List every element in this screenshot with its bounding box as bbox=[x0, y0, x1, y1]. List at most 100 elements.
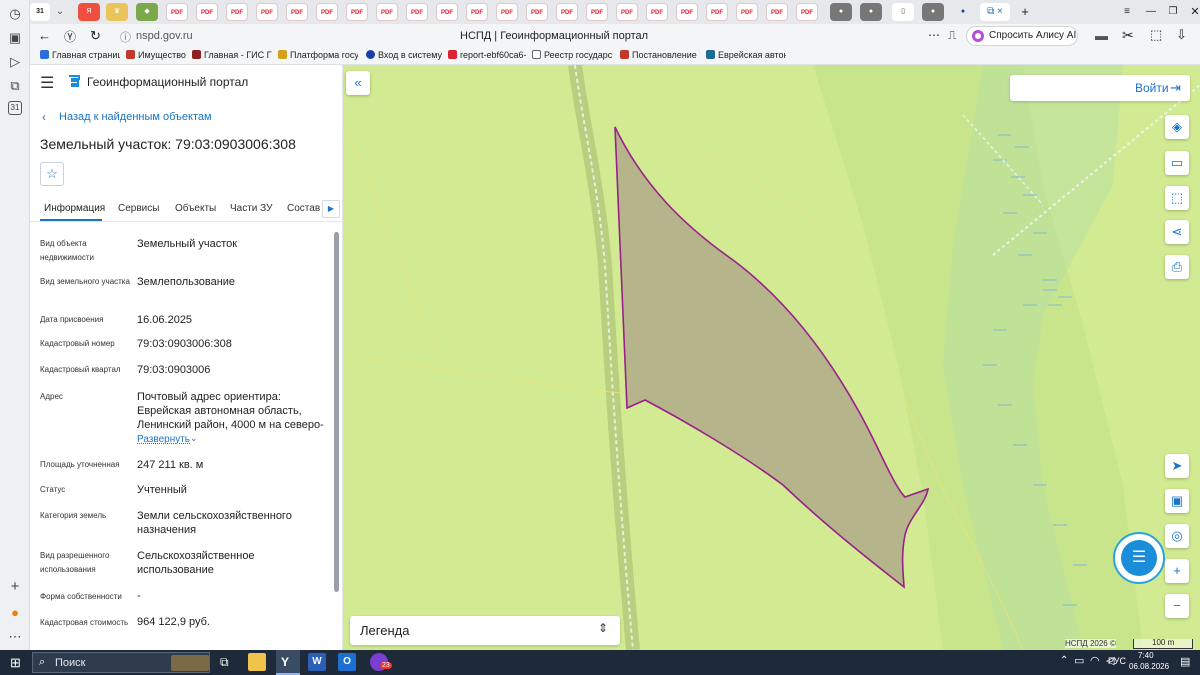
file-explorer-icon[interactable] bbox=[248, 653, 266, 671]
tab-pdf-20[interactable]: PDF bbox=[736, 3, 758, 21]
bookmark-item[interactable]: Главная - ГИС ГМП bbox=[192, 50, 272, 60]
alice-button[interactable]: Спросить Алису AI bbox=[966, 26, 1078, 46]
bookmark-panel-icon[interactable]: ⧉ bbox=[6, 77, 24, 95]
ruler-button[interactable]: ▭ bbox=[1165, 151, 1189, 175]
chat-button[interactable]: ☰ bbox=[1113, 532, 1165, 584]
task-view-icon[interactable]: ⧉ bbox=[220, 655, 229, 670]
tab-pdf-10[interactable]: PDF bbox=[436, 3, 458, 21]
legend-dropdown[interactable]: Легенда ⇕ bbox=[350, 616, 620, 645]
tab-pdf-8[interactable]: PDF bbox=[376, 3, 398, 21]
tab-emblem-icon[interactable]: ♛ bbox=[106, 3, 128, 21]
tab-pdf-15[interactable]: PDF bbox=[586, 3, 608, 21]
tab-pdf-12[interactable]: PDF bbox=[496, 3, 518, 21]
tab-pdf-11[interactable]: PDF bbox=[466, 3, 488, 21]
tab-yandex-icon[interactable]: Я bbox=[78, 3, 100, 21]
word-icon[interactable]: W bbox=[308, 653, 326, 671]
map-view[interactable]: « Войти ⇥ ◈ ▭ ⬚ ⋖ ⎙ ➤ ▣ ◎ + − ☰ Легенда … bbox=[343, 65, 1200, 650]
more-actions-icon[interactable]: ⋯ bbox=[928, 28, 940, 42]
tab-information[interactable]: Информация bbox=[44, 203, 105, 214]
panel-scrollbar[interactable] bbox=[334, 232, 339, 592]
tabs-scroll-right-icon[interactable]: ▶ bbox=[322, 200, 340, 218]
tab-pdf-16[interactable]: PDF bbox=[616, 3, 638, 21]
tab-pdf-9[interactable]: PDF bbox=[406, 3, 428, 21]
basemap-button[interactable]: ▣ bbox=[1165, 489, 1189, 513]
favorite-star-button[interactable]: ☆ bbox=[40, 162, 64, 186]
tab-pdf-1[interactable]: PDF bbox=[166, 3, 188, 21]
bookmark-item[interactable]: Главная страница bbox=[40, 50, 120, 60]
new-tab-icon[interactable]: + bbox=[1014, 3, 1036, 21]
taskbar-search[interactable]: ⌕ Поиск bbox=[32, 652, 210, 673]
map-canvas[interactable] bbox=[343, 65, 1200, 650]
expand-address-link[interactable]: Развернуть bbox=[137, 434, 190, 445]
maximize-icon[interactable]: ❐ bbox=[1162, 3, 1184, 21]
tab-pdf-7[interactable]: PDF bbox=[346, 3, 368, 21]
tab-pdf-6[interactable]: PDF bbox=[316, 3, 338, 21]
print-button[interactable]: ⎙ bbox=[1165, 255, 1189, 279]
hamburger-menu-icon[interactable]: ☰ bbox=[40, 73, 54, 93]
clock-date[interactable]: 06.08.2026 bbox=[1129, 662, 1169, 671]
bookmark-icon[interactable]: ⎍ bbox=[948, 28, 956, 43]
back-icon[interactable]: ← bbox=[38, 28, 51, 43]
tab-pdf-21[interactable]: PDF bbox=[766, 3, 788, 21]
tab-pdf-3[interactable]: PDF bbox=[226, 3, 248, 21]
language-label[interactable]: РУС bbox=[1108, 656, 1126, 666]
network-icon[interactable]: ▭ bbox=[1074, 654, 1084, 667]
sidebar-icon[interactable]: ⬚ bbox=[1150, 27, 1162, 43]
url-text[interactable]: nspd.gov.ru bbox=[136, 30, 193, 42]
tab-parts[interactable]: Части ЗУ bbox=[230, 203, 272, 214]
tab-menu-icon[interactable]: ≡ bbox=[1116, 3, 1138, 21]
tab-site-icon-3[interactable]: ● bbox=[860, 3, 882, 21]
tab-pdf-17[interactable]: PDF bbox=[646, 3, 668, 21]
share-button[interactable]: ⋖ bbox=[1165, 220, 1189, 244]
download-icon[interactable]: ⇩ bbox=[1176, 27, 1187, 43]
tab-pdf-22[interactable]: PDF bbox=[796, 3, 818, 21]
tab-site-icon-4[interactable]: ● bbox=[922, 3, 944, 21]
tab-site-icon[interactable]: ◆ bbox=[136, 3, 158, 21]
tablet-icon[interactable]: ▬ bbox=[1095, 28, 1108, 43]
history-icon[interactable]: ◷ bbox=[6, 5, 24, 23]
play-icon[interactable]: ▷ bbox=[6, 53, 24, 71]
bookmark-item[interactable]: Реестр государст bbox=[532, 50, 612, 60]
tab-objects[interactable]: Объекты bbox=[175, 203, 216, 214]
chevron-down-icon[interactable]: ⌄ bbox=[190, 433, 198, 444]
tab-pdf-19[interactable]: PDF bbox=[706, 3, 728, 21]
tab-site-icon-5[interactable]: ● bbox=[952, 3, 974, 21]
tab-services[interactable]: Сервисы bbox=[118, 203, 159, 214]
notifications-icon[interactable]: ▤ bbox=[1180, 655, 1190, 668]
outlook-icon[interactable]: O bbox=[338, 653, 356, 671]
back-to-results-link[interactable]: Назад к найденным объектам bbox=[59, 111, 212, 123]
more-icon[interactable]: ⋯ bbox=[6, 628, 24, 646]
bookmark-item[interactable]: Имущество bbox=[126, 50, 186, 60]
calendar-icon[interactable]: 31 bbox=[8, 101, 22, 115]
tab-site-icon-2[interactable]: ● bbox=[830, 3, 852, 21]
clock-time[interactable]: 7:40 bbox=[1138, 651, 1154, 660]
tab-pdf-18[interactable]: PDF bbox=[676, 3, 698, 21]
close-window-icon[interactable]: ✕ bbox=[1184, 3, 1200, 21]
login-button[interactable]: Войти ⇥ bbox=[1010, 75, 1190, 101]
bookmark-item[interactable]: report-ebf60ca6-4 bbox=[448, 50, 526, 60]
bookmark-item[interactable]: Платформа госуд bbox=[278, 50, 358, 60]
tab-composition[interactable]: Состав bbox=[287, 203, 320, 214]
tab-active-nspd[interactable]: ⧉ × bbox=[980, 3, 1010, 21]
tab-pdf-13[interactable]: PDF bbox=[526, 3, 548, 21]
locate-button[interactable]: ➤ bbox=[1165, 454, 1189, 478]
windows-start-icon[interactable]: ⊞ bbox=[10, 655, 21, 671]
layers-button[interactable]: ◈ bbox=[1165, 115, 1189, 139]
yandex-icon[interactable]: Ⓨ bbox=[64, 28, 76, 45]
collapse-panel-button[interactable]: « bbox=[346, 71, 370, 95]
select-area-button[interactable]: ⬚ bbox=[1165, 186, 1189, 210]
reload-icon[interactable]: ↻ bbox=[90, 28, 101, 44]
tray-chevron-up-icon[interactable]: ⌃ bbox=[1060, 655, 1068, 666]
add-icon[interactable]: + bbox=[6, 578, 24, 596]
bookmark-item[interactable]: Вход в систему bbox=[366, 50, 444, 60]
minimize-icon[interactable]: — bbox=[1140, 3, 1162, 21]
poi-button[interactable]: ◎ bbox=[1165, 524, 1189, 548]
tab-pdf-14[interactable]: PDF bbox=[556, 3, 578, 21]
tab-document-icon[interactable]: ▯ bbox=[892, 3, 914, 21]
assistant-icon[interactable]: ● bbox=[6, 604, 24, 622]
zoom-out-button[interactable]: − bbox=[1165, 594, 1189, 618]
zoom-in-button[interactable]: + bbox=[1165, 559, 1189, 583]
extension-icon[interactable]: ✂ bbox=[1122, 27, 1134, 44]
bookmark-item[interactable]: Еврейская автоно bbox=[706, 50, 786, 60]
collections-icon[interactable]: ▣ bbox=[6, 29, 24, 47]
